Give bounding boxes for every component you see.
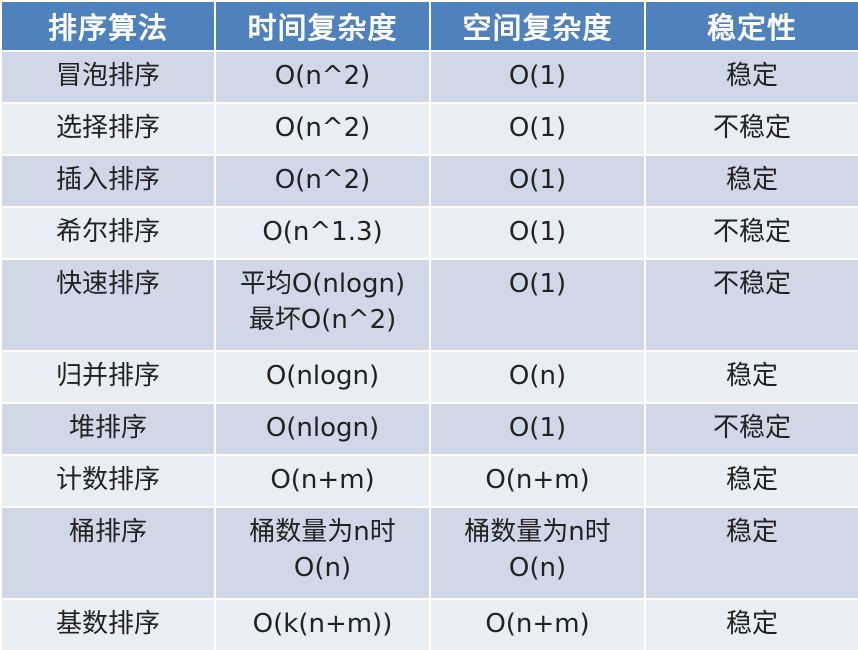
cell-time: O(nlogn): [214, 350, 431, 404]
cell-time: O(k(n+m)): [214, 598, 431, 650]
cell-time-line: 平均O(nlogn): [239, 269, 406, 299]
cell-time-line: 桶数量为n时: [249, 517, 396, 547]
table-row: 插入排序 O(n^2) O(1) 稳定: [0, 154, 858, 208]
cell-time: 平均O(nlogn) 最坏O(n^2): [214, 258, 431, 352]
cell-space-line: O(1): [508, 113, 567, 143]
cell-stability: 不稳定: [644, 258, 858, 352]
sorting-table-figure: 排序算法 时间复杂度 空间复杂度 稳定性 冒泡排序 O(n^2) O(1) 稳定…: [0, 0, 858, 650]
cell-algorithm: 快速排序: [0, 258, 216, 352]
cell-algorithm: 插入排序: [0, 154, 216, 208]
cell-algorithm: 堆排序: [0, 402, 216, 456]
cell-time-line: 最坏O(n^2): [248, 305, 397, 335]
cell-space: O(n+m): [429, 598, 646, 650]
table-row: 基数排序 O(k(n+m)) O(n+m) 稳定: [0, 598, 858, 650]
table-row: 冒泡排序 O(n^2) O(1) 稳定: [0, 50, 858, 104]
cell-space: O(1): [429, 102, 646, 156]
cell-space: O(1): [429, 206, 646, 260]
cell-time-line: O(n^2): [274, 113, 371, 143]
cell-time-line: O(nlogn): [265, 361, 380, 391]
cell-time: O(n^2): [214, 50, 431, 104]
cell-space-line: O(n): [508, 361, 567, 391]
table-row: 选择排序 O(n^2) O(1) 不稳定: [0, 102, 858, 156]
table-row: 希尔排序 O(n^1.3) O(1) 不稳定: [0, 206, 858, 260]
cell-algorithm: 希尔排序: [0, 206, 216, 260]
cell-time-line: O(n+m): [270, 465, 375, 495]
cell-space-line: 桶数量为n时: [464, 517, 611, 547]
cell-space: 桶数量为n时 O(n): [429, 506, 646, 600]
cell-algorithm: 冒泡排序: [0, 50, 216, 104]
cell-stability: 稳定: [644, 154, 858, 208]
cell-stability: 稳定: [644, 598, 858, 650]
header-stability: 稳定性: [644, 0, 858, 52]
cell-algorithm: 计数排序: [0, 454, 216, 508]
cell-space-line: O(1): [508, 217, 567, 247]
cell-stability: 不稳定: [644, 206, 858, 260]
table-row: 快速排序 平均O(nlogn) 最坏O(n^2) O(1) 不稳定: [0, 258, 858, 352]
cell-time-line: O(n^2): [274, 165, 371, 195]
table-row: 归并排序 O(nlogn) O(n) 稳定: [0, 350, 858, 404]
cell-space: O(1): [429, 50, 646, 104]
cell-space-line: O(n+m): [485, 465, 590, 495]
cell-time: O(n^1.3): [214, 206, 431, 260]
cell-time: O(n+m): [214, 454, 431, 508]
cell-algorithm: 归并排序: [0, 350, 216, 404]
cell-stability: 稳定: [644, 454, 858, 508]
table-row: 计数排序 O(n+m) O(n+m) 稳定: [0, 454, 858, 508]
header-algorithm: 排序算法: [0, 0, 216, 52]
cell-space: O(1): [429, 258, 646, 352]
cell-stability: 稳定: [644, 506, 858, 600]
table-header-row: 排序算法 时间复杂度 空间复杂度 稳定性: [0, 0, 858, 52]
cell-space: O(1): [429, 154, 646, 208]
cell-stability: 不稳定: [644, 102, 858, 156]
cell-algorithm: 选择排序: [0, 102, 216, 156]
sorting-complexity-table: 排序算法 时间复杂度 空间复杂度 稳定性 冒泡排序 O(n^2) O(1) 稳定…: [0, 0, 858, 650]
table-row: 桶排序 桶数量为n时 O(n) 桶数量为n时 O(n) 稳定: [0, 506, 858, 600]
header-time-complexity: 时间复杂度: [214, 0, 431, 52]
cell-space: O(n): [429, 350, 646, 404]
cell-space-line: O(1): [508, 269, 567, 299]
cell-stability: 不稳定: [644, 402, 858, 456]
cell-time: 桶数量为n时 O(n): [214, 506, 431, 600]
header-space-complexity: 空间复杂度: [429, 0, 646, 52]
cell-algorithm: 桶排序: [0, 506, 216, 600]
cell-time: O(n^2): [214, 154, 431, 208]
table-row: 堆排序 O(nlogn) O(1) 不稳定: [0, 402, 858, 456]
cell-space: O(n+m): [429, 454, 646, 508]
cell-space-line: O(n): [508, 553, 567, 583]
cell-time-line: O(n): [293, 553, 352, 583]
cell-stability: 稳定: [644, 50, 858, 104]
cell-space-line: O(1): [508, 165, 567, 195]
cell-time-line: O(nlogn): [265, 413, 380, 443]
cell-space: O(1): [429, 402, 646, 456]
cell-space-line: O(1): [508, 61, 567, 91]
cell-time: O(n^2): [214, 102, 431, 156]
cell-time-line: O(k(n+m)): [252, 609, 393, 639]
cell-space-line: O(1): [508, 413, 567, 443]
cell-time-line: O(n^2): [274, 61, 371, 91]
cell-space-line: O(n+m): [485, 609, 590, 639]
cell-algorithm: 基数排序: [0, 598, 216, 650]
cell-time: O(nlogn): [214, 402, 431, 456]
cell-time-line: O(n^1.3): [262, 217, 383, 247]
cell-stability: 稳定: [644, 350, 858, 404]
